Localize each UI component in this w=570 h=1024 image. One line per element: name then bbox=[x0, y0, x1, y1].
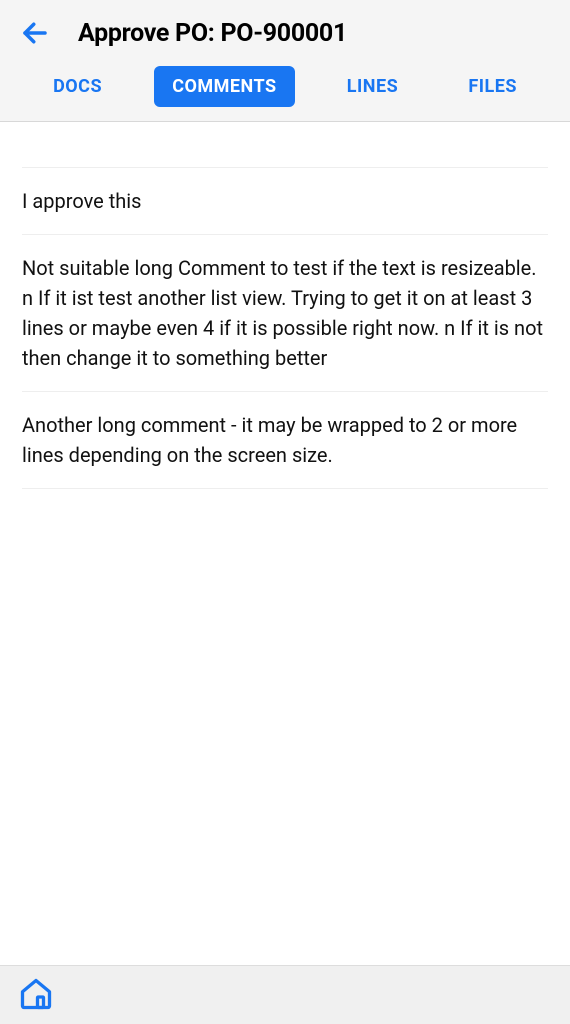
bottom-bar bbox=[0, 965, 570, 1024]
comment-item: I approve this bbox=[22, 168, 548, 235]
back-arrow-icon[interactable] bbox=[20, 18, 50, 48]
content-area: I approve this Not suitable long Comment… bbox=[0, 122, 570, 965]
header: Approve PO: PO-900001 bbox=[0, 0, 570, 62]
comments-list: I approve this Not suitable long Comment… bbox=[0, 122, 570, 489]
comment-item: Not suitable long Comment to test if the… bbox=[22, 235, 548, 392]
tab-comments[interactable]: COMMENTS bbox=[154, 66, 294, 107]
tab-lines[interactable]: LINES bbox=[329, 66, 416, 107]
page-title: Approve PO: PO-900001 bbox=[78, 19, 347, 48]
list-top-spacer bbox=[22, 122, 548, 168]
tabs-bar: DOCS COMMENTS LINES FILES bbox=[0, 62, 570, 122]
tab-files[interactable]: FILES bbox=[450, 66, 535, 107]
comment-item: Another long comment - it may be wrapped… bbox=[22, 392, 548, 489]
home-icon[interactable] bbox=[18, 976, 54, 1012]
tab-docs[interactable]: DOCS bbox=[35, 66, 120, 107]
